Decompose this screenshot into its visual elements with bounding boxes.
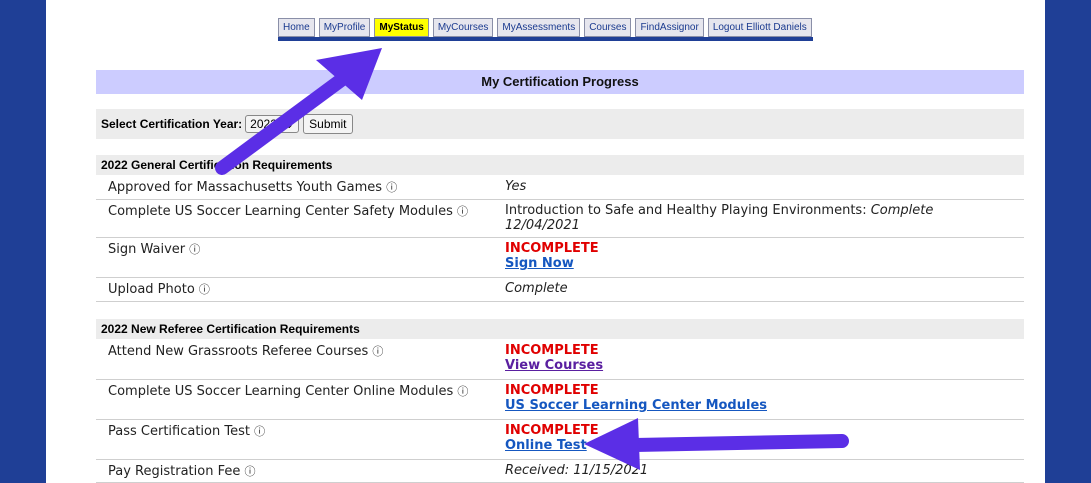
right-frame bbox=[1045, 0, 1091, 483]
submit-button[interactable]: Submit bbox=[303, 114, 353, 134]
sign-now-link[interactable]: Sign Now bbox=[505, 256, 1015, 271]
info-icon[interactable]: ⓘ bbox=[244, 465, 255, 478]
requirement-label: Sign Waiver ⓘ bbox=[108, 242, 201, 257]
year-value: 2022 bbox=[250, 117, 277, 131]
tab-myassessments[interactable]: MyAssessments bbox=[497, 18, 581, 37]
info-icon[interactable]: ⓘ bbox=[372, 345, 383, 358]
info-icon[interactable]: ⓘ bbox=[457, 385, 468, 398]
table-row: Sign Waiver ⓘ INCOMPLETE Sign Now bbox=[96, 238, 1024, 278]
page-title: My Certification Progress bbox=[96, 70, 1024, 94]
info-icon[interactable]: ⓘ bbox=[199, 283, 210, 296]
page: Home MyProfile MyStatus MyCourses MyAsse… bbox=[46, 0, 1045, 483]
year-label: Select Certification Year: bbox=[101, 117, 243, 131]
tab-mystatus[interactable]: MyStatus bbox=[374, 18, 429, 37]
status-incomplete: INCOMPLETE bbox=[505, 423, 599, 438]
learning-center-modules-link[interactable]: US Soccer Learning Center Modules bbox=[505, 398, 1015, 413]
section-new-referee-heading: 2022 New Referee Certification Requireme… bbox=[96, 319, 1024, 339]
status-incomplete: INCOMPLETE bbox=[505, 343, 599, 358]
tab-home[interactable]: Home bbox=[278, 18, 315, 37]
requirement-value: INCOMPLETE US Soccer Learning Center Modu… bbox=[505, 383, 1015, 413]
tab-courses[interactable]: Courses bbox=[584, 18, 632, 37]
requirement-label: Pay Registration Fee ⓘ bbox=[108, 464, 256, 479]
nav-tabs: Home MyProfile MyStatus MyCourses MyAsse… bbox=[278, 18, 813, 37]
table-row: Pay Registration Fee ⓘ Received: 11/15/2… bbox=[96, 460, 1024, 483]
info-icon[interactable]: ⓘ bbox=[386, 181, 397, 194]
table-row: Complete US Soccer Learning Center Onlin… bbox=[96, 380, 1024, 420]
year-form: Select Certification Year: 2022 ⌄ Submit bbox=[96, 109, 1024, 139]
left-frame bbox=[0, 0, 46, 483]
requirement-value: Introduction to Safe and Healthy Playing… bbox=[505, 203, 934, 233]
requirement-value: INCOMPLETE Sign Now bbox=[505, 241, 1015, 271]
requirement-label: Approved for Massachusetts Youth Games ⓘ bbox=[108, 180, 398, 195]
top-nav: Home MyProfile MyStatus MyCourses MyAsse… bbox=[278, 18, 813, 42]
requirement-value: INCOMPLETE View Courses bbox=[505, 343, 1015, 373]
nav-underline bbox=[278, 37, 813, 41]
table-row: Approved for Massachusetts Youth Games ⓘ… bbox=[96, 176, 1024, 200]
table-row: Upload Photo ⓘ Complete bbox=[96, 278, 1024, 302]
tab-findassignor[interactable]: FindAssignor bbox=[635, 18, 704, 37]
requirement-value: Received: 11/15/2021 bbox=[505, 463, 649, 478]
info-icon[interactable]: ⓘ bbox=[189, 243, 200, 256]
requirement-value: INCOMPLETE Online Test bbox=[505, 423, 1015, 453]
info-icon[interactable]: ⓘ bbox=[254, 425, 265, 438]
requirement-label: Attend New Grassroots Referee Courses ⓘ bbox=[108, 344, 384, 359]
requirement-value: Yes bbox=[505, 179, 527, 194]
requirement-label: Upload Photo ⓘ bbox=[108, 282, 210, 297]
table-row: Pass Certification Test ⓘ INCOMPLETE Onli… bbox=[96, 420, 1024, 460]
status-incomplete: INCOMPLETE bbox=[505, 241, 599, 256]
requirement-label: Complete US Soccer Learning Center Safet… bbox=[108, 204, 469, 219]
requirement-value: Complete bbox=[505, 281, 568, 296]
info-icon[interactable]: ⓘ bbox=[457, 205, 468, 218]
tab-mycourses[interactable]: MyCourses bbox=[432, 18, 494, 37]
requirement-label: Complete US Soccer Learning Center Onlin… bbox=[108, 384, 469, 399]
tab-logout[interactable]: Logout Elliott Daniels bbox=[707, 18, 812, 37]
tab-myprofile[interactable]: MyProfile bbox=[318, 18, 371, 37]
view-courses-link[interactable]: View Courses bbox=[505, 358, 1015, 373]
status-incomplete: INCOMPLETE bbox=[505, 383, 599, 398]
table-row: Attend New Grassroots Referee Courses ⓘ … bbox=[96, 340, 1024, 380]
table-row: Complete US Soccer Learning Center Safet… bbox=[96, 200, 1024, 238]
section-general-heading: 2022 General Certification Requirements bbox=[96, 155, 1024, 175]
year-select[interactable]: 2022 ⌄ bbox=[245, 115, 300, 133]
online-test-link[interactable]: Online Test bbox=[505, 438, 1015, 453]
requirement-label: Pass Certification Test ⓘ bbox=[108, 424, 266, 439]
chevron-down-icon: ⌄ bbox=[284, 117, 295, 131]
